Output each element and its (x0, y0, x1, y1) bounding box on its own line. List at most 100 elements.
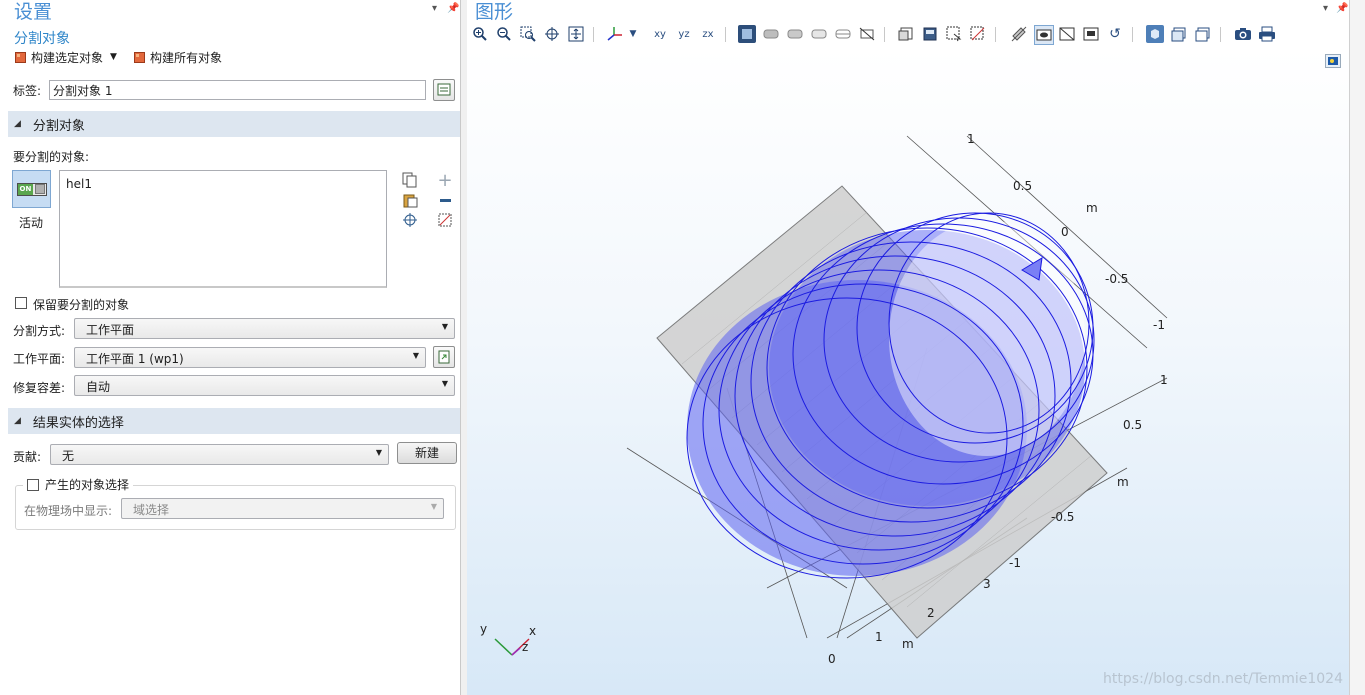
camera-icon[interactable] (1234, 25, 1252, 43)
paste-icon[interactable] (402, 192, 418, 208)
wireframe-icon[interactable] (834, 25, 852, 43)
label-edit-button[interactable] (433, 79, 455, 101)
select-box-icon[interactable] (945, 25, 963, 43)
zoom-in-icon[interactable] (471, 25, 489, 43)
tick-label: 3 (983, 577, 991, 591)
dropdown-arrow-icon[interactable]: ▾ (432, 3, 437, 14)
label-field-label: 标签: (13, 84, 42, 98)
zoom-box-icon[interactable] (519, 25, 537, 43)
chevron-down-icon[interactable]: ▼ (110, 52, 117, 62)
edit-label-icon (437, 83, 451, 96)
section-split-title: 分割对象 (32, 118, 85, 134)
workplane-value: 工作平面 1 (wp1) (86, 352, 184, 366)
repair-tolerance-value: 自动 (86, 380, 111, 394)
list-item[interactable]: hel1 (66, 177, 92, 191)
clear-selection-icon[interactable] (437, 212, 453, 228)
graphics-pane: 图形 ▾ 📌 ▼ xy yz zx ↺ 1 0.5 0 -0.5 -1 m 1 … (467, 0, 1349, 695)
vertical-scrollbar[interactable] (1349, 0, 1365, 695)
tick-label: 0 (1061, 225, 1069, 239)
section-result-header[interactable]: ◢ 结果实体的选择 (8, 408, 460, 434)
model-view[interactable]: 1 0.5 0 -0.5 -1 m 1 0.5 m -0.5 -1 3 2 1 … (467, 48, 1349, 695)
contribution-select[interactable]: 无 ▼ (50, 444, 389, 465)
build-selected-button[interactable]: 构建选定对象 ▼ (15, 48, 117, 66)
node-title: 分割对象 (14, 31, 70, 47)
split-method-select[interactable]: 工作平面 ▼ (74, 318, 455, 339)
show-in-physics-value: 域选择 (133, 503, 170, 517)
build-selected-label: 构建选定对象 (31, 50, 104, 65)
new-button[interactable]: 新建 (397, 442, 457, 464)
chevron-down-icon[interactable]: ▼ (627, 25, 639, 43)
visibility-icon[interactable] (1034, 25, 1054, 45)
layers-icon[interactable] (1170, 25, 1188, 43)
dropdown-arrow-icon: ▼ (441, 322, 448, 331)
reset-icon[interactable]: ↺ (1106, 25, 1124, 43)
goto-source-icon (438, 350, 450, 364)
deselect-icon[interactable] (969, 25, 987, 43)
zoom-extents-icon[interactable] (567, 25, 585, 43)
axis-orientation-icon[interactable] (606, 25, 624, 43)
pin-icon[interactable]: 📌 (1336, 3, 1348, 14)
layers2-icon[interactable] (1194, 25, 1212, 43)
tick-label: -0.5 (1051, 510, 1074, 524)
axis-unit: m (1086, 201, 1098, 215)
center-icon[interactable] (543, 25, 561, 43)
build-all-button[interactable]: 构建所有对象 (134, 48, 222, 66)
zoom-to-selection-icon[interactable] (402, 212, 418, 228)
load-view-icon[interactable] (921, 25, 939, 43)
objects-to-split-label: 要分割的对象: (13, 150, 90, 164)
resulting-selection-checkbox[interactable] (27, 478, 39, 491)
render-icon[interactable] (1146, 25, 1164, 43)
active-toggle-button[interactable]: ON (12, 170, 51, 208)
tick-label: -1 (1009, 556, 1021, 570)
hide-selected-icon[interactable] (1010, 25, 1028, 43)
transparency-icon[interactable] (810, 25, 828, 43)
goto-workplane-button[interactable] (433, 346, 455, 368)
tick-label: 1 (875, 630, 883, 644)
copy-icon[interactable] (402, 172, 418, 188)
pin-icon[interactable]: 📌 (447, 3, 459, 14)
repair-tolerance-label: 修复容差: (13, 381, 66, 395)
dropdown-arrow-icon: ▼ (430, 502, 437, 511)
on-text: ON (17, 183, 34, 195)
show-in-physics-label: 在物理场中显示: (24, 504, 113, 518)
hide-icon[interactable] (762, 25, 780, 43)
build-all-label: 构建所有对象 (150, 50, 223, 65)
tick-label: 0.5 (1013, 179, 1032, 193)
keep-objects-checkbox[interactable] (15, 297, 27, 309)
axis-unit: m (902, 637, 914, 651)
workplane-select[interactable]: 工作平面 1 (wp1) ▼ (74, 347, 426, 368)
dropdown-arrow-icon: ▼ (412, 351, 419, 360)
label-input[interactable]: 分割对象 1 (49, 80, 426, 100)
section-split-header[interactable]: ◢ 分割对象 (8, 111, 460, 137)
view-zx-icon[interactable]: zx (699, 25, 717, 43)
show-in-physics-select[interactable]: 域选择 ▼ (121, 498, 444, 519)
add-icon[interactable]: + (437, 170, 453, 191)
active-label: 活动 (19, 216, 44, 230)
triad-y-label: y (480, 622, 487, 636)
tick-label: -0.5 (1105, 272, 1128, 286)
save-view-icon[interactable] (897, 25, 915, 43)
show-axes-icon[interactable] (1082, 25, 1100, 43)
split-method-label: 分割方式: (13, 324, 66, 338)
show-grid-icon[interactable] (1058, 25, 1076, 43)
collapse-icon: ◢ (14, 416, 21, 426)
dropdown-arrow-icon[interactable]: ▾ (1323, 3, 1328, 14)
repair-tolerance-select[interactable]: 自动 ▼ (74, 375, 455, 396)
zoom-out-icon[interactable] (495, 25, 513, 43)
section-result-title: 结果实体的选择 (32, 415, 124, 431)
view-xy-icon[interactable]: xy (651, 25, 669, 43)
show-icon[interactable] (786, 25, 804, 43)
objects-list[interactable]: hel1 (59, 170, 387, 288)
remove-icon[interactable] (437, 192, 453, 208)
contribution-label: 贡献: (13, 450, 42, 464)
graphics-title: 图形 (475, 1, 514, 23)
tick-label: 2 (927, 606, 935, 620)
tick-label: 1 (967, 132, 975, 146)
axis-unit: m (1117, 475, 1129, 489)
select-all-icon[interactable] (738, 25, 756, 43)
graphics-canvas[interactable]: 1 0.5 0 -0.5 -1 m 1 0.5 m -0.5 -1 3 2 1 … (467, 48, 1349, 695)
view-yz-icon[interactable]: yz (675, 25, 693, 43)
clip-icon[interactable] (858, 25, 876, 43)
resulting-selection-label: 产生的对象选择 (45, 478, 130, 492)
print-icon[interactable] (1258, 25, 1276, 43)
